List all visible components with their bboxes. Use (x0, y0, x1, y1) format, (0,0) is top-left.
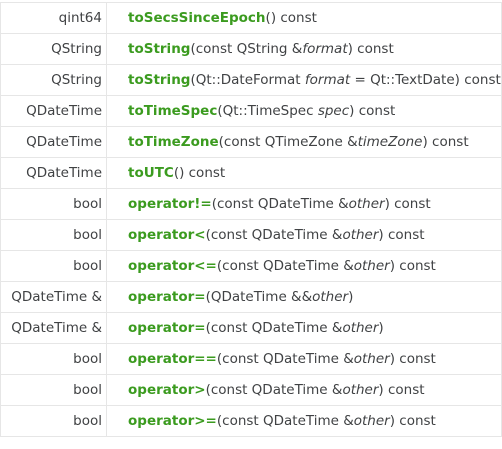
signature-suffix: = Qt::TextDate) const (350, 72, 501, 88)
function-link[interactable]: operator> (128, 382, 206, 398)
table-row: bool operator<=(const QDateTime &other) … (0, 251, 502, 282)
return-type: QString (1, 34, 107, 64)
parameter-name: other (353, 413, 390, 429)
function-link[interactable]: operator< (128, 227, 206, 243)
signature-prefix: (const QDateTime & (216, 351, 354, 367)
table-row: QDateTime & operator=(QDateTime &&other) (0, 282, 502, 313)
table-row: QString toString(Qt::DateFormat format =… (0, 65, 502, 96)
function-link[interactable]: operator!= (128, 196, 212, 212)
signature-suffix: ) const (378, 382, 425, 398)
return-type: qint64 (1, 3, 107, 33)
return-type: bool (1, 406, 107, 436)
signature-prefix: (Qt::DateFormat (190, 72, 305, 88)
signature: toTimeZone(const QTimeZone &timeZone) co… (107, 127, 501, 157)
parameter-name: other (353, 258, 390, 274)
return-type: QDateTime (1, 127, 107, 157)
parameter-name: other (353, 351, 390, 367)
function-link[interactable]: toTimeZone (128, 134, 219, 150)
table-row: bool operator>=(const QDateTime &other) … (0, 406, 502, 437)
signature-suffix: ) const (422, 134, 469, 150)
table-row: QDateTime toUTC() const (0, 158, 502, 189)
signature: toSecsSinceEpoch() const (107, 3, 501, 33)
return-type: bool (1, 189, 107, 219)
table-row: bool operator<(const QDateTime &other) c… (0, 220, 502, 251)
parameter-name: other (312, 289, 349, 305)
signature-prefix: (Qt::TimeSpec (217, 103, 318, 119)
function-link[interactable]: operator<= (128, 258, 217, 274)
table-row: QString toString(const QString &format) … (0, 34, 502, 65)
signature-prefix: () const (265, 10, 317, 26)
signature-prefix: (const QDateTime & (205, 382, 343, 398)
parameter-name: other (342, 382, 379, 398)
function-link[interactable]: operator== (128, 351, 217, 367)
signature-prefix: (const QDateTime & (205, 227, 343, 243)
table-row: bool operator>(const QDateTime &other) c… (0, 375, 502, 406)
signature-prefix: (const QString & (190, 41, 303, 57)
signature: operator<(const QDateTime &other) const (107, 220, 501, 250)
return-type: bool (1, 375, 107, 405)
function-link[interactable]: toSecsSinceEpoch (128, 10, 266, 26)
signature: operator==(const QDateTime &other) const (107, 344, 501, 374)
signature: operator>=(const QDateTime &other) const (107, 406, 501, 436)
return-type: QDateTime & (1, 282, 107, 312)
signature-suffix: ) const (378, 227, 425, 243)
signature-prefix: () const (173, 165, 226, 181)
signature-suffix: ) const (384, 196, 431, 212)
signature-suffix: ) const (389, 351, 436, 367)
parameter-name: timeZone (357, 134, 423, 150)
signature: operator=(QDateTime &&other) (107, 282, 501, 312)
signature-prefix: (const QTimeZone & (218, 134, 358, 150)
function-link[interactable]: toTimeSpec (128, 103, 217, 119)
parameter-name: format (302, 41, 348, 57)
signature-prefix: (const QDateTime & (216, 413, 354, 429)
signature-suffix: ) (378, 320, 384, 336)
table-row: QDateTime toTimeZone(const QTimeZone &ti… (0, 127, 502, 158)
return-type: bool (1, 251, 107, 281)
signature-prefix: (const QDateTime & (205, 320, 343, 336)
signature: toString(const QString &format) const (107, 34, 501, 64)
signature: operator<=(const QDateTime &other) const (107, 251, 501, 281)
table-row: bool operator!=(const QDateTime &other) … (0, 189, 502, 220)
return-type: QDateTime (1, 158, 107, 188)
signature: toTimeSpec(Qt::TimeSpec spec) const (107, 96, 501, 126)
parameter-name: other (348, 196, 385, 212)
signature-prefix: (const QDateTime & (211, 196, 349, 212)
signature: operator!=(const QDateTime &other) const (107, 189, 501, 219)
signature-prefix: (QDateTime && (205, 289, 313, 305)
signature-suffix: ) const (389, 258, 436, 274)
function-link[interactable]: operator= (128, 289, 206, 305)
function-link[interactable]: operator>= (128, 413, 217, 429)
return-type: QDateTime (1, 96, 107, 126)
function-link[interactable]: operator= (128, 320, 206, 336)
signature-prefix: (const QDateTime & (216, 258, 354, 274)
signature: toString(Qt::DateFormat format = Qt::Tex… (107, 65, 501, 95)
return-type: QString (1, 65, 107, 95)
signature: operator>(const QDateTime &other) const (107, 375, 501, 405)
parameter-name: other (342, 320, 379, 336)
table-row: bool operator==(const QDateTime &other) … (0, 344, 502, 375)
parameter-name: format (304, 72, 351, 88)
table-row: QDateTime toTimeSpec(Qt::TimeSpec spec) … (0, 96, 502, 127)
signature: operator=(const QDateTime &other) (107, 313, 501, 343)
parameter-name: spec (317, 103, 350, 119)
signature: toUTC() const (107, 158, 501, 188)
function-link[interactable]: toString (128, 72, 190, 88)
signature-suffix: ) (348, 289, 354, 305)
signature-suffix: ) const (349, 103, 396, 119)
table-row: QDateTime & operator=(const QDateTime &o… (0, 313, 502, 344)
return-type: QDateTime & (1, 313, 107, 343)
return-type: bool (1, 220, 107, 250)
function-link[interactable]: toString (128, 41, 190, 57)
parameter-name: other (342, 227, 379, 243)
signature-suffix: ) const (389, 413, 436, 429)
signature-suffix: ) const (347, 41, 394, 57)
function-link[interactable]: toUTC (128, 165, 174, 181)
return-type: bool (1, 344, 107, 374)
member-functions-table: qint64 toSecsSinceEpoch() const QString … (0, 2, 502, 437)
table-row: qint64 toSecsSinceEpoch() const (0, 3, 502, 34)
